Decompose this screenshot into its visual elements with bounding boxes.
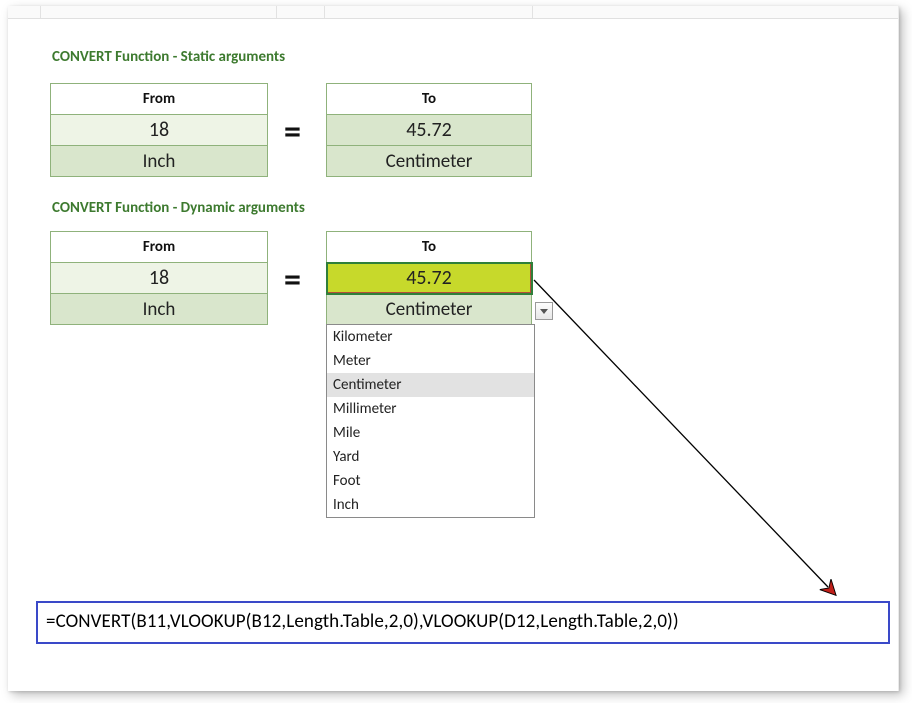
equals-sign-static: = xyxy=(284,112,301,153)
dropdown-option[interactable]: Inch xyxy=(327,493,534,517)
static-to-header: To xyxy=(327,84,532,115)
dynamic-from-table: From 18 Inch xyxy=(50,231,268,325)
dropdown-option[interactable]: Meter xyxy=(327,349,534,373)
static-to-unit[interactable]: Centimeter xyxy=(327,146,532,177)
dropdown-option[interactable]: Mile xyxy=(327,421,534,445)
unit-dropdown-list[interactable]: KilometerMeterCentimeterMillimeterMileYa… xyxy=(326,324,535,518)
equals-sign-dynamic: = xyxy=(284,260,301,301)
static-from-table: From 18 Inch xyxy=(50,83,268,177)
pointer-arrow xyxy=(534,280,828,587)
static-from-unit[interactable]: Inch xyxy=(51,146,268,177)
chevron-down-icon xyxy=(540,309,548,314)
dynamic-to-header: To xyxy=(327,232,532,263)
static-to-value[interactable]: 45.72 xyxy=(327,115,532,146)
dynamic-to-unit[interactable]: Centimeter xyxy=(327,294,532,325)
formula-box[interactable]: =CONVERT(B11,VLOOKUP(B12,Length.Table,2,… xyxy=(36,601,890,644)
column-header-bar xyxy=(8,6,898,19)
dynamic-to-value-selected[interactable]: 45.72 xyxy=(327,263,532,294)
dropdown-option[interactable]: Foot xyxy=(327,469,534,493)
static-from-header: From xyxy=(51,84,268,115)
static-to-table: To 45.72 Centimeter xyxy=(326,83,532,177)
dynamic-from-value[interactable]: 18 xyxy=(51,263,268,294)
dropdown-option[interactable]: Millimeter xyxy=(327,397,534,421)
dropdown-trigger[interactable] xyxy=(535,302,553,320)
dropdown-option[interactable]: Kilometer xyxy=(327,325,534,349)
section-static-title: CONVERT Function - Static arguments xyxy=(52,48,285,66)
section-dynamic-title: CONVERT Function - Dynamic arguments xyxy=(52,199,305,217)
static-from-value[interactable]: 18 xyxy=(51,115,268,146)
dynamic-to-table: To 45.72 Centimeter xyxy=(326,231,532,325)
dropdown-option[interactable]: Centimeter xyxy=(327,373,534,397)
dynamic-from-header: From xyxy=(51,232,268,263)
dropdown-option[interactable]: Yard xyxy=(327,445,534,469)
dynamic-from-unit[interactable]: Inch xyxy=(51,294,268,325)
